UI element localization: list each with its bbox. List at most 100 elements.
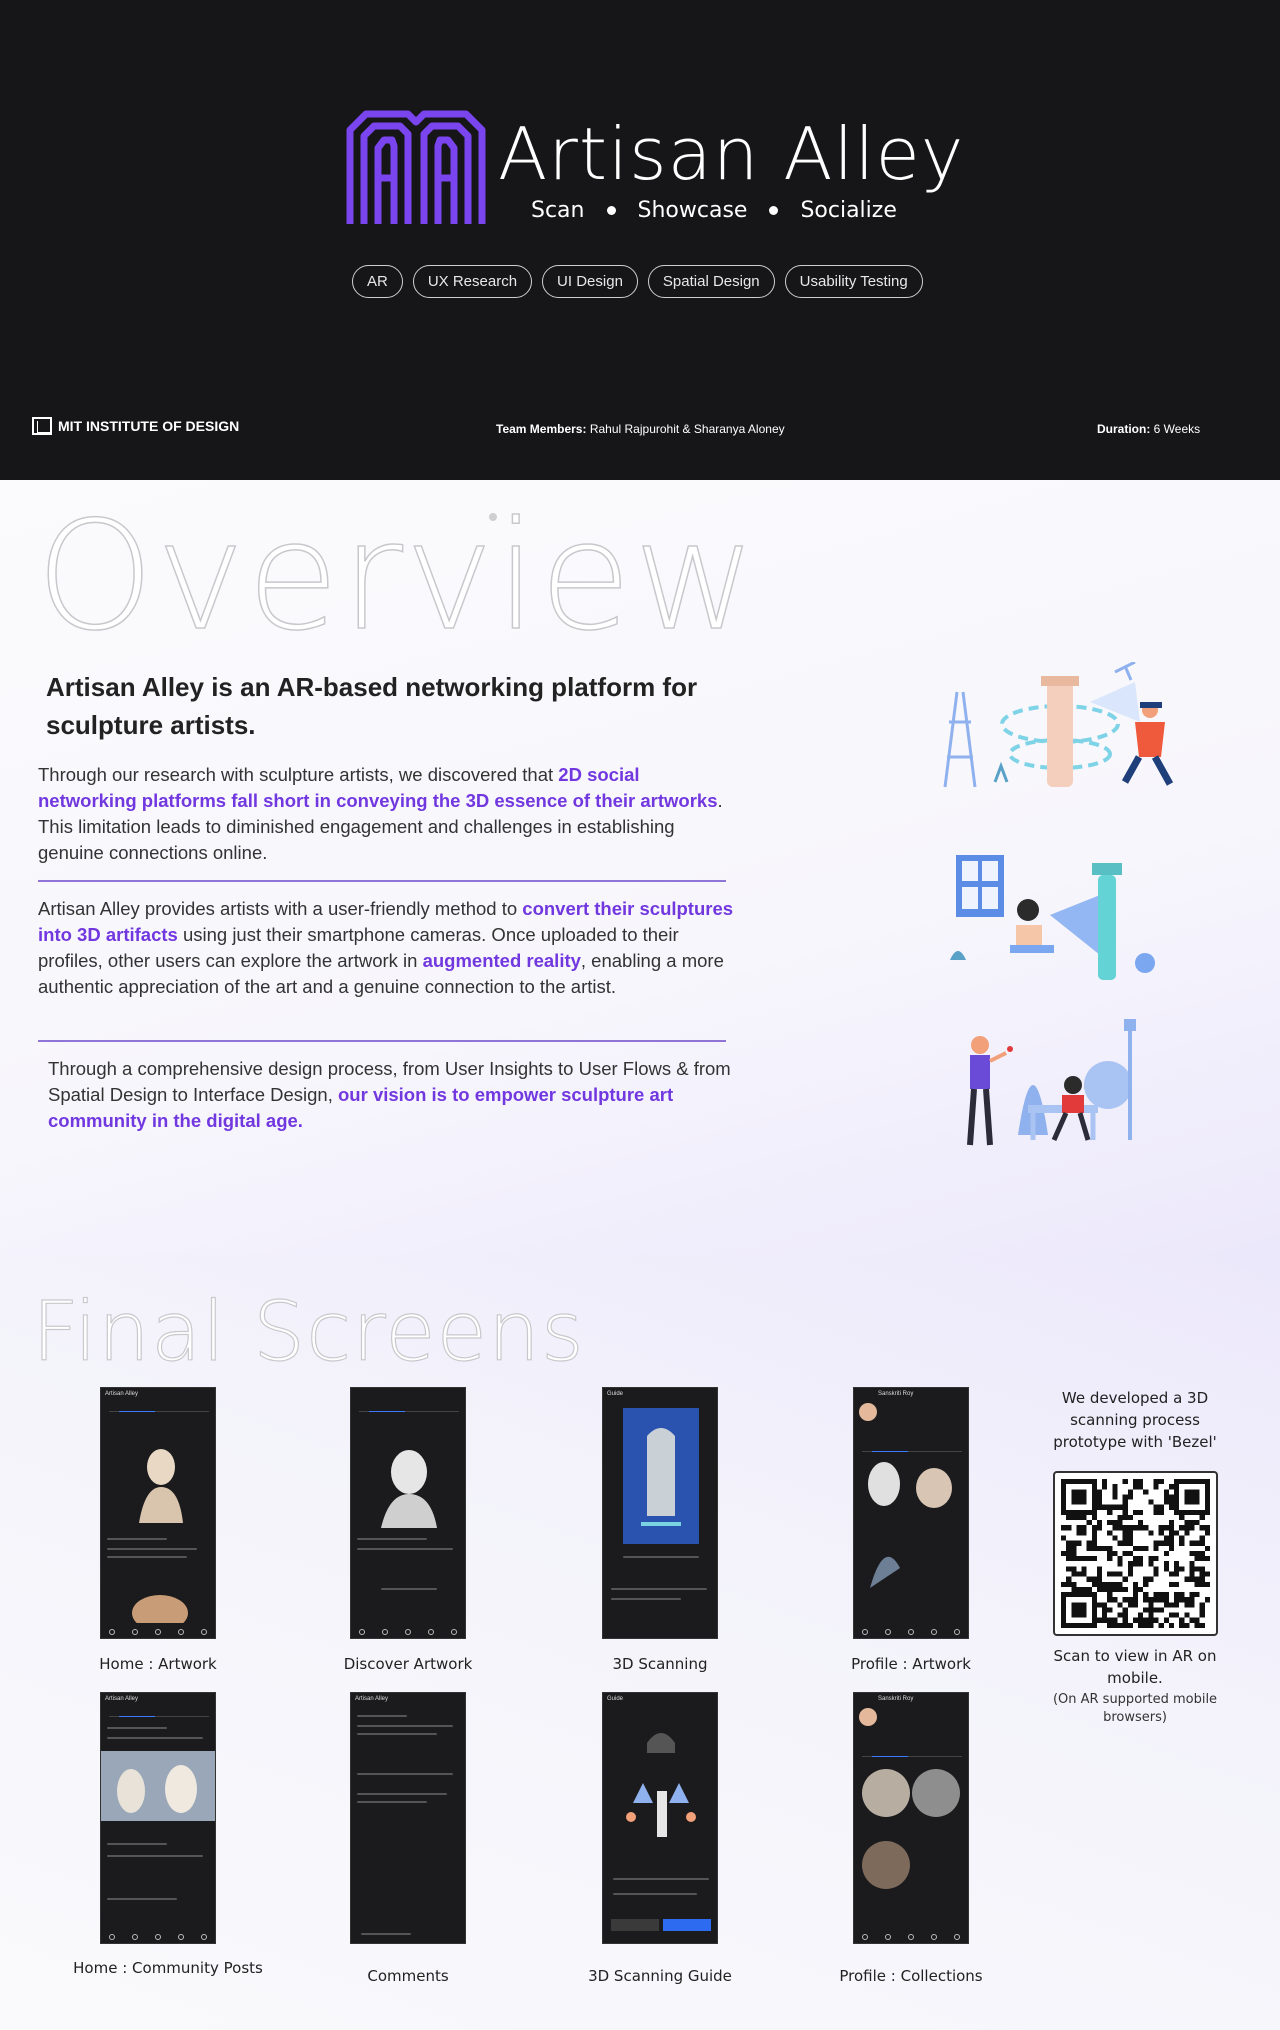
- chat-icon[interactable]: [177, 1629, 184, 1635]
- brand-title: Artisan Alley: [498, 112, 965, 196]
- tag-ar: AR: [352, 265, 403, 298]
- final-screens-section: Final Screens Artisan Alley Home : Artwo…: [0, 1255, 1280, 2030]
- bottom-nav: [351, 1626, 465, 1638]
- divider: [38, 880, 726, 882]
- add-icon[interactable]: [154, 1934, 161, 1940]
- scanning-illustration-icon: [943, 662, 1174, 788]
- skill-tags: AR UX Research UI Design Spatial Design …: [352, 265, 923, 298]
- qr-code[interactable]: [1053, 1471, 1218, 1636]
- screen-profile-collections[interactable]: Sanskriti Roy: [853, 1692, 969, 1944]
- text-line: [107, 1556, 187, 1558]
- avatar: [859, 1708, 877, 1726]
- next-button[interactable]: [663, 1919, 711, 1931]
- add-icon[interactable]: [907, 1934, 914, 1940]
- screen-tabs: [109, 1709, 209, 1717]
- profile-icon[interactable]: [200, 1934, 207, 1940]
- bezel-prototype-text: We developed a 3D scanning process proto…: [1053, 1389, 1217, 1451]
- tagline-scan: Scan: [531, 198, 585, 223]
- profile-icon[interactable]: [953, 1934, 960, 1940]
- profile-icon[interactable]: [450, 1629, 457, 1635]
- screen-tabs: [862, 1444, 962, 1452]
- text-line: [357, 1773, 453, 1775]
- home-icon[interactable]: [109, 1629, 116, 1635]
- chat-icon[interactable]: [930, 1934, 937, 1940]
- search-icon[interactable]: [885, 1934, 892, 1940]
- search-icon[interactable]: [132, 1629, 139, 1635]
- add-icon[interactable]: [907, 1629, 914, 1635]
- final-screens-title: Final Screens: [31, 1284, 585, 1380]
- search-icon[interactable]: [885, 1629, 892, 1635]
- text-line: [613, 1893, 697, 1895]
- bottom-nav: [854, 1931, 968, 1943]
- caption-discover-artwork: Discover Artwork: [343, 1655, 473, 1673]
- avatar: [859, 1403, 877, 1421]
- tag-ui-design: UI Design: [542, 265, 638, 298]
- profile-icon[interactable]: [200, 1629, 207, 1635]
- team-label: Team Members:: [496, 422, 587, 436]
- institute-logo-icon: [32, 417, 52, 435]
- scanning-guide-illustration-icon: [626, 1733, 696, 1837]
- screen-3d-scanning-guide[interactable]: Guide: [602, 1692, 718, 1944]
- team-members: Team Members: Rahul Rajpurohit & Sharany…: [496, 422, 785, 436]
- bottom-nav: [101, 1931, 215, 1943]
- screen-profile-artwork[interactable]: Sanskriti Roy: [853, 1387, 969, 1639]
- screen-tabs: [359, 1404, 459, 1412]
- screen-search-bar[interactable]: [351, 1388, 465, 1400]
- comment-input[interactable]: [361, 1933, 411, 1935]
- text-line: [107, 1548, 197, 1550]
- home-icon[interactable]: [359, 1629, 366, 1635]
- screen-app-title: Guide: [607, 1391, 624, 1397]
- chat-icon[interactable]: [930, 1629, 937, 1635]
- text-line: [357, 1715, 407, 1717]
- artist-laptop-illustration-icon: [950, 855, 1155, 980]
- screen-profile-name: Sanskriti Roy: [878, 1391, 914, 1397]
- overview-paragraph-3: Through a comprehensive design process, …: [48, 1056, 753, 1134]
- caption-home-artwork: Home : Artwork: [99, 1655, 217, 1673]
- screen-tabs: [862, 1749, 962, 1757]
- screen-comments[interactable]: Artisan Alley: [350, 1692, 466, 1944]
- add-icon[interactable]: [154, 1629, 161, 1635]
- body-text: Through our research with sculpture arti…: [38, 764, 559, 785]
- screen-discover-artwork[interactable]: [350, 1387, 466, 1639]
- back-button[interactable]: [611, 1919, 659, 1931]
- park-illustration-icon: [967, 1019, 1136, 1146]
- text-line: [357, 1733, 437, 1735]
- text-line: [381, 1588, 437, 1590]
- team-value: Rahul Rajpurohit & Sharanya Aloney: [589, 422, 785, 436]
- home-icon[interactable]: [862, 1934, 869, 1940]
- text-line: [357, 1725, 453, 1727]
- screen-app-title: Artisan Alley: [105, 1696, 139, 1702]
- text-line: [613, 1878, 709, 1880]
- chat-icon[interactable]: [177, 1934, 184, 1940]
- home-icon[interactable]: [862, 1629, 869, 1635]
- profile-icon[interactable]: [953, 1629, 960, 1635]
- text-line: [107, 1737, 203, 1739]
- chat-icon[interactable]: [427, 1629, 434, 1635]
- overview-section: Overview Artisan Alley is an AR-based ne…: [0, 480, 1280, 1255]
- tag-usability-testing: Usability Testing: [784, 265, 923, 298]
- tagline-socialize: Socialize: [800, 198, 897, 223]
- screen-app-title: Artisan Alley: [355, 1696, 389, 1702]
- institute-name: MIT INSTITUTE OF DESIGN: [58, 418, 240, 434]
- screen-app-title: Artisan Alley: [105, 1391, 139, 1397]
- add-icon[interactable]: [404, 1629, 411, 1635]
- caption-comments: Comments: [367, 1967, 449, 1985]
- scan-box-icon: [623, 1408, 699, 1544]
- institute-logo: MIT INSTITUTE OF DESIGN: [32, 417, 239, 435]
- duration: Duration: 6 Weeks: [1097, 422, 1200, 436]
- search-icon[interactable]: [132, 1934, 139, 1940]
- screen-home-community[interactable]: Artisan Alley: [100, 1692, 216, 1944]
- tag-ux-research: UX Research: [412, 265, 533, 298]
- tagline-showcase: Showcase: [637, 198, 748, 223]
- artwork-grid-icon: [868, 1462, 952, 1588]
- search-icon[interactable]: [382, 1629, 389, 1635]
- text-line: [357, 1548, 453, 1550]
- screen-3d-scanning[interactable]: Guide: [602, 1387, 718, 1639]
- caption-profile-artwork: Profile : Artwork: [851, 1655, 971, 1673]
- text-line: [611, 1588, 707, 1590]
- screen-home-artwork[interactable]: Artisan Alley: [100, 1387, 216, 1639]
- text-line: [107, 1538, 167, 1540]
- highlighted-text: augmented reality: [422, 950, 581, 971]
- hero-section: Artisan Alley Scan Showcase Socialize AR…: [0, 0, 1280, 480]
- home-icon[interactable]: [109, 1934, 116, 1940]
